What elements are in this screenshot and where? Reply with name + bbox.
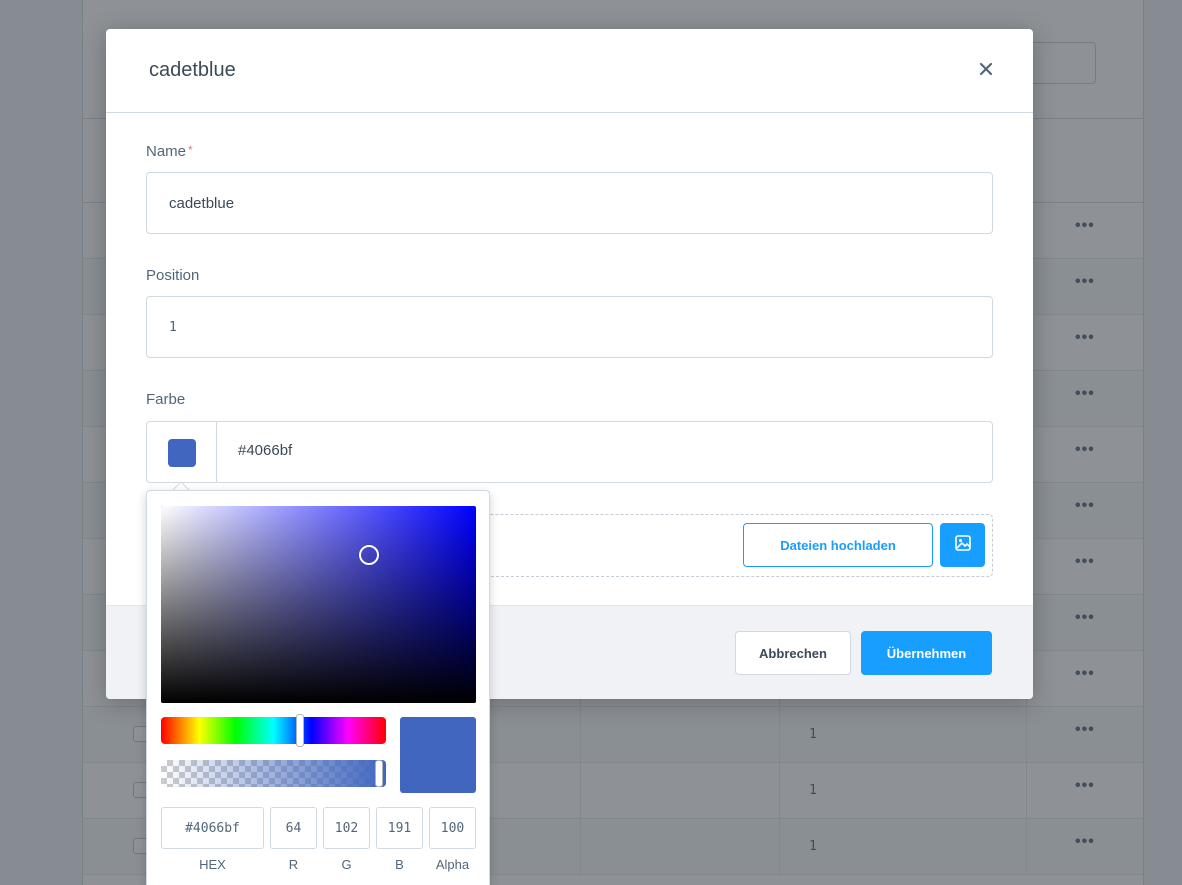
position-input[interactable]: 1: [146, 296, 993, 358]
saturation-brightness-area[interactable]: [161, 506, 476, 703]
red-input[interactable]: 64: [270, 807, 317, 849]
media-library-button[interactable]: [940, 523, 985, 567]
color-hex-input[interactable]: #4066bf: [238, 442, 292, 459]
modal-header: cadetblue: [106, 29, 1033, 113]
hex-label: HEX: [199, 857, 226, 872]
blue-input[interactable]: 191: [376, 807, 423, 849]
required-mark: *: [188, 143, 193, 157]
hue-slider-handle[interactable]: [295, 714, 304, 747]
close-icon[interactable]: [974, 57, 998, 81]
alpha-slider[interactable]: [161, 760, 386, 787]
name-input[interactable]: cadetblue: [146, 172, 993, 234]
color-swatch-button[interactable]: [147, 422, 217, 482]
position-label: Position: [146, 267, 200, 284]
cancel-button[interactable]: Abbrechen: [735, 631, 851, 675]
black-gradient: [161, 506, 476, 703]
red-label: R: [288, 857, 299, 872]
color-field[interactable]: #4066bf: [146, 421, 993, 483]
green-label: G: [341, 857, 352, 872]
hex-input[interactable]: #4066bf: [161, 807, 264, 849]
modal-title: cadetblue: [149, 59, 236, 81]
color-preview-swatch: [400, 717, 476, 793]
color-picker-popover: #4066bf 64 102 191 100 HEX R G B Alpha: [146, 490, 490, 885]
hue-slider[interactable]: [161, 714, 386, 747]
alpha-slider-handle[interactable]: [375, 760, 383, 787]
alpha-label: Alpha: [435, 857, 470, 872]
apply-button[interactable]: Übernehmen: [861, 631, 992, 675]
alpha-gradient: [161, 760, 386, 787]
green-input[interactable]: 102: [323, 807, 370, 849]
image-icon: [954, 534, 972, 557]
color-label: Farbe: [146, 391, 186, 408]
blue-label: B: [395, 857, 404, 872]
color-swatch: [168, 439, 196, 467]
upload-files-button[interactable]: Dateien hochladen: [743, 523, 933, 567]
name-label: Name *: [146, 143, 193, 160]
alpha-input[interactable]: 100: [429, 807, 476, 849]
